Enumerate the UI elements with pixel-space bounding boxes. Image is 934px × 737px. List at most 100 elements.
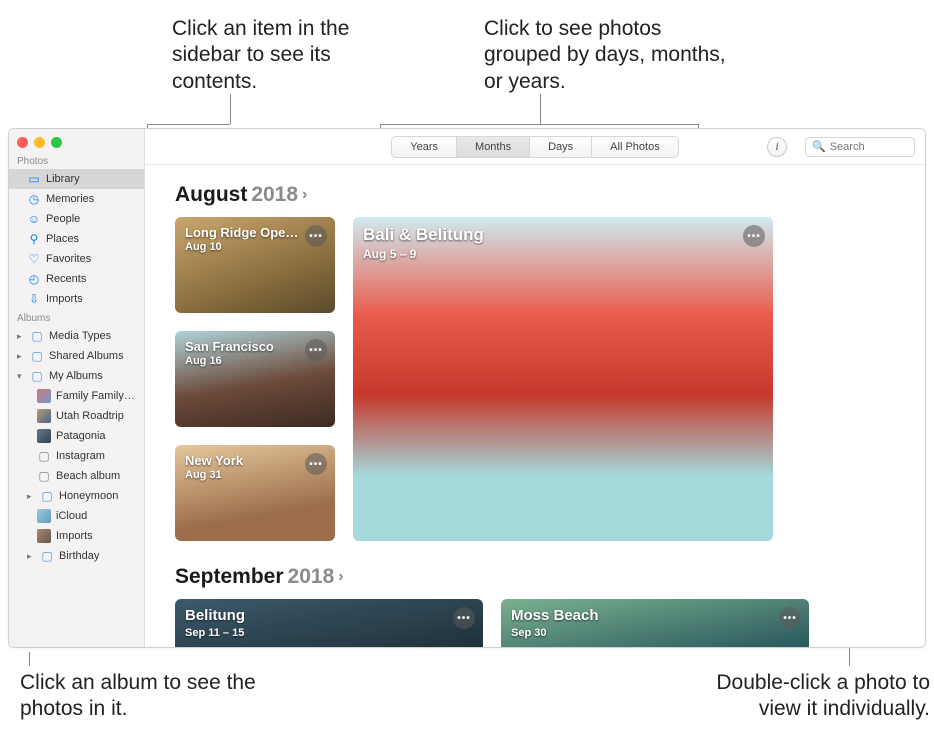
folder-icon: ▢ <box>30 329 44 343</box>
close-button[interactable] <box>17 137 28 148</box>
sidebar-item-label: Memories <box>46 193 94 205</box>
sidebar-item-library[interactable]: ▭ Library <box>9 169 144 189</box>
chevron-right-icon: › <box>302 186 307 204</box>
sidebar-album-family[interactable]: Family Family… <box>9 386 144 406</box>
library-icon: ▭ <box>27 172 41 186</box>
sidebar-album-honeymoon[interactable]: ▸ ▢ Honeymoon <box>9 486 144 506</box>
more-button[interactable]: ••• <box>779 607 801 629</box>
month-header-september[interactable]: September 2018 › <box>175 565 895 589</box>
folder-icon: ▢ <box>40 549 54 563</box>
month-grid-august: Long Ridge Ope… Aug 10 ••• San Francisco… <box>175 217 895 541</box>
photo-card-belitung[interactable]: Belitung Sep 11 – 15 ••• <box>175 599 483 647</box>
album-icon: ▢ <box>37 449 51 463</box>
more-button[interactable]: ••• <box>305 339 327 361</box>
tab-years[interactable]: Years <box>392 137 457 157</box>
photo-card-new-york[interactable]: New York Aug 31 ••• <box>175 445 335 541</box>
toolbar: Years Months Days All Photos i 🔍 <box>145 129 925 165</box>
sidebar-item-label: Imports <box>46 293 83 305</box>
sidebar-album-birthday[interactable]: ▸ ▢ Birthday <box>9 546 144 566</box>
card-subtitle: Aug 16 <box>185 355 222 367</box>
photo-card-bali-belitung[interactable]: Bali & Belitung Aug 5 – 9 ••• <box>353 217 773 541</box>
card-title: Moss Beach <box>511 607 599 624</box>
chevron-right-icon: ▸ <box>27 551 35 562</box>
sidebar-item-imports[interactable]: ⇩ Imports <box>9 289 144 309</box>
photo-card-moss-beach[interactable]: Moss Beach Sep 30 ••• <box>501 599 809 647</box>
folder-icon: ▢ <box>30 349 44 363</box>
chevron-right-icon: ▸ <box>17 351 25 362</box>
sidebar-album-patagonia[interactable]: Patagonia <box>9 426 144 446</box>
tab-days[interactable]: Days <box>530 137 592 157</box>
chevron-right-icon: ▸ <box>17 331 25 342</box>
more-button[interactable]: ••• <box>743 225 765 247</box>
more-button[interactable]: ••• <box>305 453 327 475</box>
callout-sidebar: Click an item in the sidebar to see its … <box>172 16 402 95</box>
clock-icon: ◴ <box>27 272 41 286</box>
album-thumb <box>37 389 51 403</box>
search-input[interactable] <box>830 141 908 153</box>
sidebar-album-imports[interactable]: Imports <box>9 526 144 546</box>
sidebar-item-memories[interactable]: ◷ Memories <box>9 189 144 209</box>
sidebar-item-media-types[interactable]: ▸ ▢ Media Types <box>9 326 144 346</box>
year-label: 2018 <box>251 183 298 207</box>
main-content: Years Months Days All Photos i 🔍 August … <box>145 129 925 647</box>
card-subtitle: Aug 31 <box>185 469 222 481</box>
zoom-button[interactable] <box>51 137 62 148</box>
folder-icon: ▢ <box>30 369 44 383</box>
month-label: September <box>175 565 284 589</box>
sidebar-item-label: Places <box>46 233 79 245</box>
sidebar-item-places[interactable]: ⚲ Places <box>9 229 144 249</box>
year-label: 2018 <box>288 565 335 589</box>
photos-window: Photos ▭ Library ◷ Memories ☺ People ⚲ P… <box>8 128 926 648</box>
view-segmented-control: Years Months Days All Photos <box>391 136 678 158</box>
photo-grid-scroll[interactable]: August 2018 › Long Ridge Ope… Aug 10 •••… <box>145 165 925 647</box>
month-label: August <box>175 183 247 207</box>
chevron-down-icon: ▾ <box>17 371 25 382</box>
sidebar-item-label: Birthday <box>59 550 99 562</box>
sidebar-item-people[interactable]: ☺ People <box>9 209 144 229</box>
sidebar-item-label: Shared Albums <box>49 350 124 362</box>
sidebar-item-my-albums[interactable]: ▾ ▢ My Albums <box>9 366 144 386</box>
leader-line <box>540 94 541 124</box>
sidebar-album-instagram[interactable]: ▢ Instagram <box>9 446 144 466</box>
photo-card-long-ridge[interactable]: Long Ridge Ope… Aug 10 ••• <box>175 217 335 313</box>
toolbar-right: i 🔍 <box>767 137 915 157</box>
more-button[interactable]: ••• <box>453 607 475 629</box>
chevron-right-icon: › <box>338 568 343 586</box>
heart-icon: ♡ <box>27 252 41 266</box>
card-subtitle: Sep 11 – 15 <box>185 627 244 639</box>
sidebar-item-recents[interactable]: ◴ Recents <box>9 269 144 289</box>
leader-line <box>29 652 30 666</box>
sidebar-item-shared-albums[interactable]: ▸ ▢ Shared Albums <box>9 346 144 366</box>
sidebar-album-icloud[interactable]: iCloud <box>9 506 144 526</box>
sidebar-album-utah[interactable]: Utah Roadtrip <box>9 406 144 426</box>
sidebar-item-label: Imports <box>56 530 93 542</box>
sidebar-item-label: iCloud <box>56 510 87 522</box>
callout-photo: Double-click a photo to view it individu… <box>670 670 930 723</box>
sidebar-item-label: Honeymoon <box>59 490 118 502</box>
download-icon: ⇩ <box>27 292 41 306</box>
people-icon: ☺ <box>27 212 41 226</box>
month-header-august[interactable]: August 2018 › <box>175 183 895 207</box>
sidebar-item-label: Family Family… <box>56 390 135 402</box>
sidebar-item-label: Instagram <box>56 450 105 462</box>
more-button[interactable]: ••• <box>305 225 327 247</box>
card-title: Bali & Belitung <box>363 225 484 245</box>
leader-line <box>230 94 231 124</box>
search-icon: 🔍 <box>812 140 826 153</box>
card-title: Belitung <box>185 607 245 624</box>
tab-months[interactable]: Months <box>457 137 530 157</box>
sidebar-item-label: Beach album <box>56 470 120 482</box>
search-field[interactable]: 🔍 <box>805 137 915 157</box>
info-button[interactable]: i <box>767 137 787 157</box>
tab-all-photos[interactable]: All Photos <box>592 137 678 157</box>
small-card-stack: Long Ridge Ope… Aug 10 ••• San Francisco… <box>175 217 335 541</box>
photo-card-san-francisco[interactable]: San Francisco Aug 16 ••• <box>175 331 335 427</box>
leader-line <box>380 124 698 125</box>
album-thumb <box>37 429 51 443</box>
sidebar-section-albums: Albums <box>9 309 144 326</box>
sidebar-item-favorites[interactable]: ♡ Favorites <box>9 249 144 269</box>
sidebar-item-label: My Albums <box>49 370 103 382</box>
sidebar-album-beach[interactable]: ▢ Beach album <box>9 466 144 486</box>
callout-album: Click an album to see the photos in it. <box>20 670 280 723</box>
minimize-button[interactable] <box>34 137 45 148</box>
